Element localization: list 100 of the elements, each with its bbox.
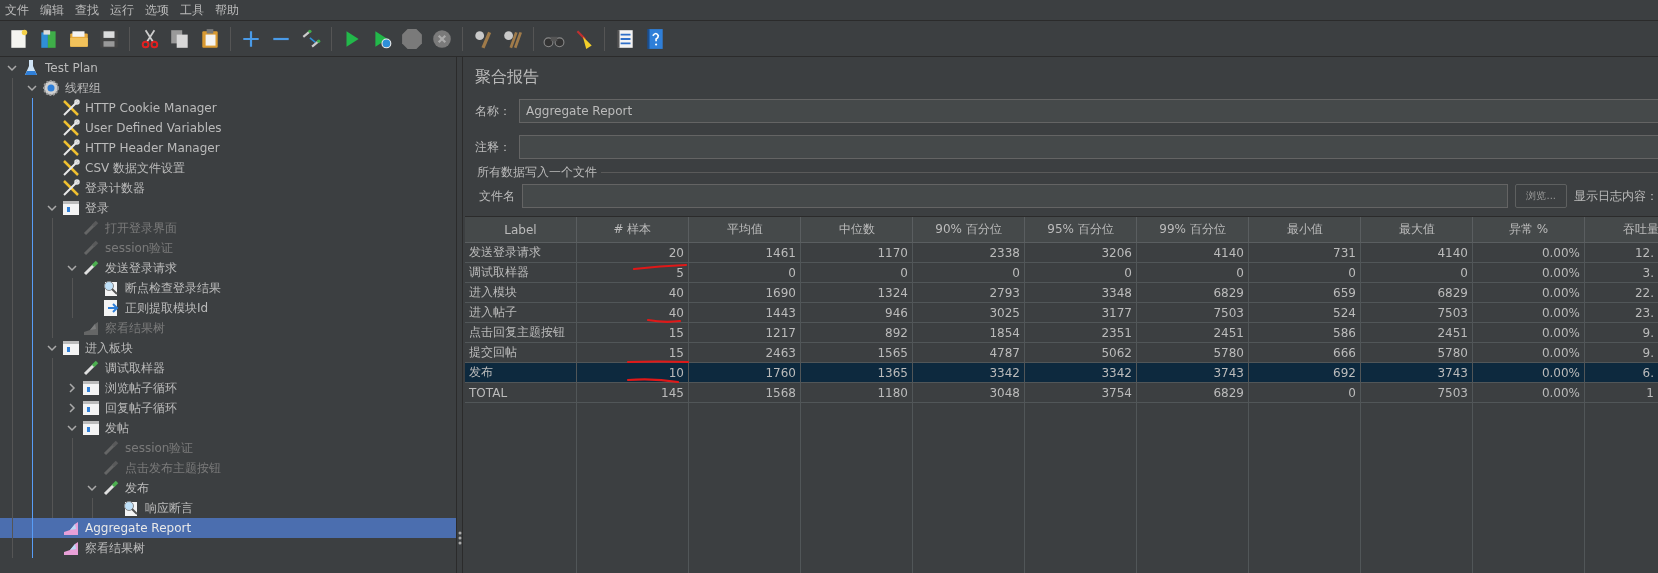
table-cell: 0 (1236, 265, 1244, 280)
table-cell: 7503 (1213, 305, 1244, 320)
table-cell: 点击回复主题按钮 (469, 324, 565, 341)
tree-item[interactable]: Test Plan (45, 59, 98, 77)
chevron-down-icon[interactable] (47, 343, 57, 353)
tree-item[interactable]: 浏览帖子循环 (105, 379, 177, 397)
name-field[interactable]: Aggregate Report (519, 99, 1658, 123)
table-cell: 1170 (877, 245, 908, 260)
table-cell: 0.00% (1541, 325, 1580, 340)
menu-item[interactable]: 查找 (75, 1, 99, 19)
tree-item[interactable]: 登录计数器 (85, 179, 145, 197)
column-header[interactable]: 吞吐量 (1585, 217, 1658, 243)
table-cell: 659 (1333, 285, 1356, 300)
table-cell: 5780 (1213, 345, 1244, 360)
table-cell: 40 (668, 305, 684, 320)
menu-item[interactable]: 编辑 (40, 1, 64, 19)
column-header[interactable]: 95% 百分位 (1025, 217, 1137, 243)
chevron-down-icon[interactable] (7, 63, 17, 73)
tree-item[interactable]: HTTP Header Manager (85, 139, 220, 157)
table-cell: 2351 (1101, 325, 1132, 340)
table-cell: 4140 (1213, 245, 1244, 260)
menu-item[interactable]: 文件 (5, 1, 29, 19)
cut-icon[interactable] (139, 27, 161, 50)
tree-item[interactable]: 发帖 (105, 419, 129, 437)
table-cell: 5062 (1101, 345, 1132, 360)
chevron-right-icon[interactable] (67, 383, 77, 393)
menu-item[interactable]: 帮助 (215, 1, 239, 19)
table-cell: 1217 (765, 325, 796, 340)
chevron-down-icon[interactable] (87, 483, 97, 493)
browse-button[interactable]: 浏览... (1515, 184, 1567, 208)
menu-item[interactable]: 选项 (145, 1, 169, 19)
chevron-down-icon[interactable] (47, 203, 57, 213)
table-cell: 9. (1642, 325, 1654, 340)
file-label: 文件名 (479, 187, 515, 205)
menu-item[interactable]: 运行 (110, 1, 134, 19)
table-cell: 进入帖子 (469, 304, 517, 321)
help-icon[interactable] (644, 27, 666, 50)
tree-item[interactable]: 断点检查登录结果 (125, 279, 221, 297)
table-cell: 2451 (1437, 325, 1468, 340)
table-cell: 1565 (877, 345, 908, 360)
tree-item[interactable]: HTTP Cookie Manager (85, 99, 217, 117)
tree-item[interactable]: 登录 (85, 199, 109, 217)
table-cell: 3342 (1101, 365, 1132, 380)
stop-icon[interactable] (401, 27, 423, 50)
log-label: 显示日志内容： (1574, 187, 1658, 205)
table-cell: 946 (885, 305, 908, 320)
table-cell: 0 (1460, 265, 1468, 280)
chevron-right-icon[interactable] (67, 403, 77, 413)
column-header[interactable]: # 样本 (577, 217, 689, 243)
table-cell: 4787 (989, 345, 1020, 360)
menu-item[interactable]: 工具 (180, 1, 204, 19)
column-header[interactable]: 99% 百分位 (1137, 217, 1249, 243)
tree-item[interactable]: 线程组 (65, 79, 101, 97)
table-cell: 3342 (989, 365, 1020, 380)
table-cell: 3743 (1437, 365, 1468, 380)
tree-item[interactable]: 回复帖子循环 (105, 399, 177, 417)
table-cell: 0.00% (1541, 385, 1580, 400)
chevron-down-icon[interactable] (67, 423, 77, 433)
table-cell: 586 (1333, 325, 1356, 340)
table-cell: 892 (885, 325, 908, 340)
tree-item[interactable]: 发送登录请求 (105, 259, 177, 277)
list-icon[interactable] (614, 27, 636, 50)
chevron-down-icon[interactable] (67, 263, 77, 273)
table-cell: 发布 (469, 364, 493, 381)
tree-item[interactable]: 正则提取模块Id (125, 299, 209, 317)
table-cell: 发送登录请求 (469, 244, 541, 261)
table-cell: 5780 (1437, 345, 1468, 360)
tree-item[interactable]: 进入板块 (85, 339, 133, 357)
cancel-icon[interactable] (431, 27, 453, 50)
column-header[interactable]: 中位数 (801, 217, 913, 243)
column-header[interactable]: 平均值 (689, 217, 801, 243)
tree-item[interactable]: 响应断言 (145, 499, 193, 517)
file-field[interactable] (522, 184, 1509, 208)
table-cell: 5 (676, 265, 684, 280)
tree-item[interactable]: User Defined Variables (85, 119, 222, 137)
table-cell: 0.00% (1541, 265, 1580, 280)
tree-item[interactable]: 调试取样器 (105, 359, 165, 377)
column-header[interactable]: 最大值 (1361, 217, 1473, 243)
paste-icon[interactable] (199, 27, 221, 50)
comment-field[interactable] (519, 135, 1658, 159)
table-cell: 0.00% (1541, 365, 1580, 380)
grip-icon[interactable] (457, 531, 462, 545)
save-icon[interactable] (98, 27, 120, 50)
table-cell: 15 (668, 325, 684, 340)
pen-icon[interactable] (300, 27, 322, 50)
new-file-icon[interactable] (8, 27, 30, 50)
tree-item[interactable]: CSV 数据文件设置 (85, 159, 186, 177)
column-header[interactable]: 异常 % (1473, 217, 1585, 243)
copy-icon[interactable] (169, 27, 191, 50)
chevron-down-icon[interactable] (27, 83, 37, 93)
table-cell: 0.00% (1541, 245, 1580, 260)
column-header[interactable]: 最小值 (1249, 217, 1361, 243)
tree-item[interactable]: 察看结果树 (85, 539, 145, 557)
table-cell: 1 (1646, 385, 1654, 400)
group-title: 所有数据写入一个文件 (477, 163, 597, 181)
table-cell: 提交回帖 (469, 344, 517, 361)
table-cell: 3025 (989, 305, 1020, 320)
tree-item[interactable]: 发布 (125, 479, 149, 497)
column-header[interactable]: Label (465, 217, 577, 243)
column-header[interactable]: 90% 百分位 (913, 217, 1025, 243)
